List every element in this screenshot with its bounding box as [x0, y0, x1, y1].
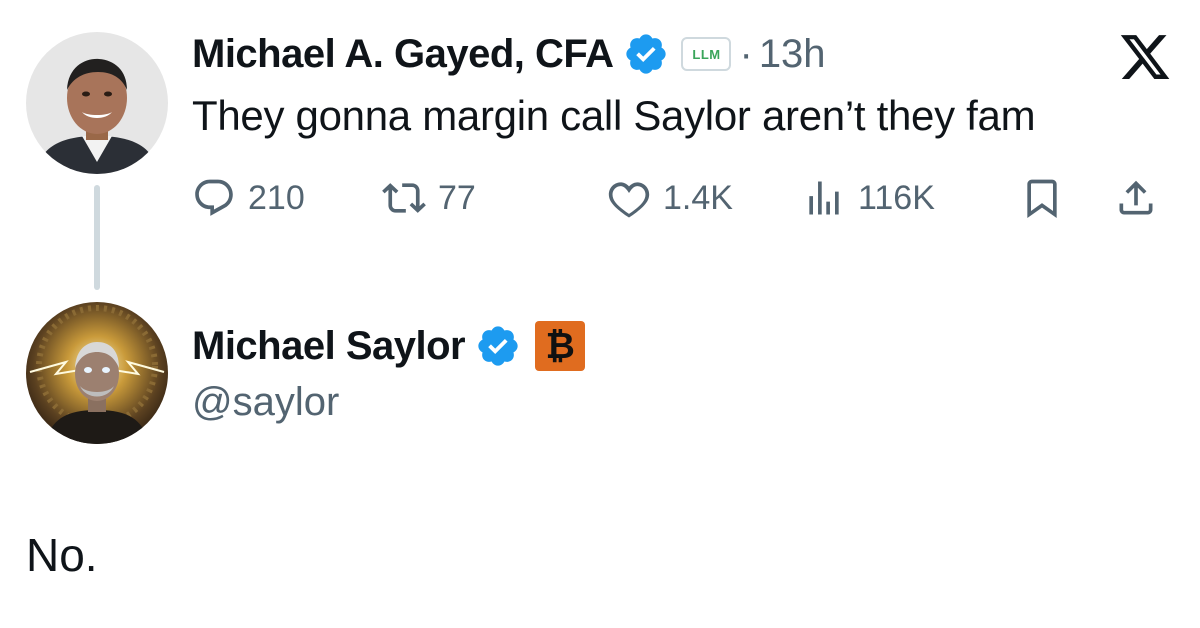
- original-author-header: Michael Saylor ₿: [192, 314, 586, 378]
- thread-connector-line: [94, 185, 100, 290]
- original-author-avatar[interactable]: [26, 302, 168, 444]
- heart-icon: [607, 176, 651, 220]
- reply-timestamp[interactable]: 13h: [759, 32, 826, 77]
- views-button[interactable]: 116K: [802, 168, 935, 228]
- reply-author-name[interactable]: Michael A. Gayed, CFA: [192, 32, 614, 77]
- verified-checkmark-icon[interactable]: [623, 31, 669, 77]
- action-bar: 210 77 1.4K 116K: [192, 168, 1172, 228]
- verified-checkmark-icon[interactable]: [475, 323, 521, 369]
- reply-count: 210: [248, 178, 305, 217]
- original-post-text: No.: [26, 529, 98, 581]
- share-upload-icon: [1114, 176, 1158, 220]
- like-count: 1.4K: [663, 178, 733, 217]
- x-logo-icon[interactable]: [1118, 30, 1172, 84]
- repost-button[interactable]: 77: [382, 168, 476, 228]
- bookmark-icon: [1020, 176, 1064, 220]
- share-button[interactable]: [1114, 168, 1158, 228]
- reply-bubble-icon: [192, 176, 236, 220]
- original-author-name[interactable]: Michael Saylor: [192, 324, 466, 369]
- repost-arrows-icon: [382, 176, 426, 220]
- like-button[interactable]: 1.4K: [607, 168, 733, 228]
- reply-button[interactable]: 210: [192, 168, 305, 228]
- bitcoin-badge-icon[interactable]: ₿: [535, 321, 586, 371]
- separator-dot: ·: [739, 31, 753, 76]
- affiliate-badge[interactable]: LLM: [681, 37, 732, 71]
- reply-author-avatar[interactable]: [26, 32, 168, 174]
- original-author-handle[interactable]: @saylor: [192, 380, 339, 425]
- reply-text: They gonna margin call Saylor aren’t the…: [192, 92, 1036, 139]
- bookmark-button[interactable]: [1020, 168, 1064, 228]
- views-count: 116K: [858, 178, 935, 217]
- repost-count: 77: [438, 178, 476, 217]
- views-bars-icon: [802, 176, 846, 220]
- reply-header: Michael A. Gayed, CFA LLM · 13h: [192, 22, 826, 86]
